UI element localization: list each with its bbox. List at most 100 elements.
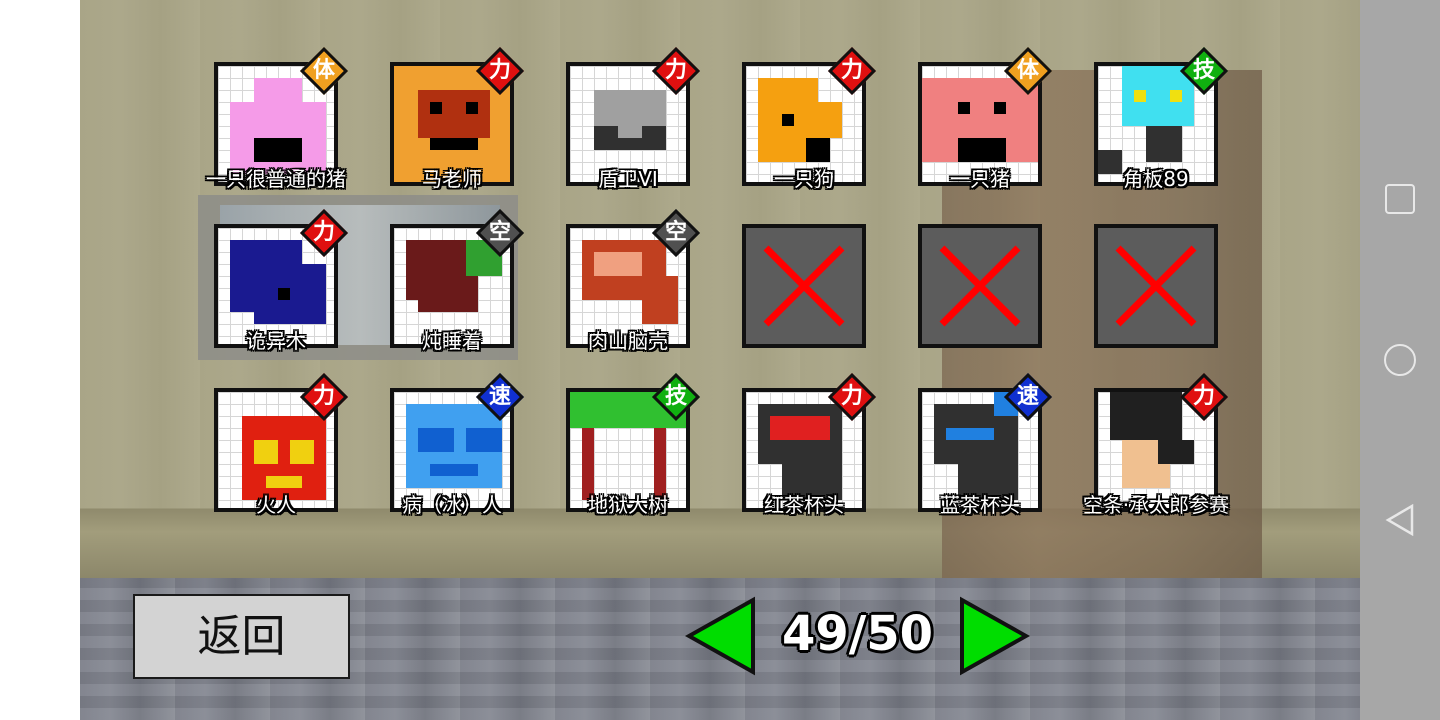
system-back-button[interactable] bbox=[1384, 503, 1416, 537]
pixel-block bbox=[642, 276, 678, 324]
locked-card[interactable] bbox=[1094, 224, 1218, 348]
character-card[interactable]: 力红茶杯头 bbox=[742, 372, 877, 517]
pixel-block bbox=[418, 428, 454, 452]
next-page-button[interactable] bbox=[958, 596, 1031, 676]
pixel-block bbox=[430, 138, 478, 150]
type-badge: 力 bbox=[1179, 372, 1229, 422]
pixel-block bbox=[770, 416, 830, 440]
pixel-block bbox=[266, 476, 302, 488]
pixel-block bbox=[570, 392, 630, 428]
pixel-block bbox=[418, 90, 490, 138]
type-label: 力 bbox=[488, 58, 511, 83]
pixel-block bbox=[466, 428, 502, 452]
pixel-block bbox=[806, 102, 842, 138]
recent-apps-button[interactable] bbox=[1385, 184, 1415, 214]
type-badge: 力 bbox=[299, 372, 349, 422]
back-button[interactable]: 返回 bbox=[133, 594, 350, 679]
left-letterbox bbox=[0, 0, 80, 720]
type-label: 体 bbox=[312, 58, 335, 83]
type-badge: 体 bbox=[299, 46, 349, 96]
character-card[interactable]: 速蓝茶杯头 bbox=[918, 372, 1053, 517]
pixel-block bbox=[582, 428, 594, 500]
pixel-block bbox=[1146, 126, 1182, 162]
red-x-icon bbox=[1115, 245, 1197, 327]
red-x-icon bbox=[939, 245, 1021, 327]
pixel-block bbox=[958, 138, 1006, 162]
pixel-block bbox=[266, 150, 278, 162]
type-badge: 空 bbox=[475, 208, 525, 258]
locked-x-icon bbox=[742, 224, 866, 348]
pixel-block bbox=[290, 440, 314, 464]
type-badge: 体 bbox=[1003, 46, 1053, 96]
type-badge: 速 bbox=[475, 372, 525, 422]
type-label: 力 bbox=[312, 384, 335, 409]
pixel-block bbox=[466, 102, 478, 114]
character-card[interactable]: 空炖睡着 bbox=[390, 208, 525, 353]
type-label: 技 bbox=[664, 384, 687, 409]
pixel-block bbox=[430, 464, 478, 476]
character-name: 角板89 bbox=[1123, 167, 1189, 191]
type-label: 空 bbox=[488, 220, 511, 245]
type-label: 速 bbox=[1016, 384, 1039, 409]
locked-card[interactable] bbox=[742, 224, 866, 348]
pixel-block bbox=[946, 428, 994, 440]
type-label: 力 bbox=[1192, 384, 1215, 409]
type-badge: 力 bbox=[475, 46, 525, 96]
type-badge: 力 bbox=[827, 372, 877, 422]
type-badge: 力 bbox=[651, 46, 701, 96]
type-badge: 力 bbox=[299, 208, 349, 258]
pixel-block bbox=[254, 78, 302, 102]
type-label: 速 bbox=[488, 384, 511, 409]
red-x-icon bbox=[763, 245, 845, 327]
locked-x-icon bbox=[918, 224, 1042, 348]
character-card[interactable]: 力马老师 bbox=[390, 46, 525, 191]
pixel-block bbox=[594, 252, 642, 276]
pixel-block bbox=[430, 102, 442, 114]
prev-page-button[interactable] bbox=[684, 596, 757, 676]
right-arrow-icon bbox=[960, 596, 1031, 676]
type-label: 力 bbox=[312, 220, 335, 245]
pixel-block bbox=[418, 288, 478, 312]
character-card[interactable]: 力诡异木 bbox=[214, 208, 349, 353]
type-label: 力 bbox=[840, 58, 863, 83]
left-arrow-shape bbox=[684, 596, 755, 676]
type-label: 体 bbox=[1016, 58, 1039, 83]
pixel-block bbox=[654, 428, 666, 500]
pixel-block bbox=[1134, 90, 1146, 102]
character-name: 肉山脑壳 bbox=[588, 329, 668, 353]
type-badge: 力 bbox=[827, 46, 877, 96]
pixel-block bbox=[994, 102, 1006, 114]
pixel-block bbox=[1110, 392, 1182, 440]
right-arrow-shape bbox=[960, 596, 1031, 676]
type-label: 力 bbox=[840, 384, 863, 409]
pixel-block bbox=[958, 102, 970, 114]
left-arrow-icon bbox=[684, 596, 755, 676]
character-card[interactable]: 技角板89 bbox=[1094, 46, 1229, 191]
character-card[interactable]: 力空条·承太郎参赛 bbox=[1083, 372, 1229, 517]
character-card[interactable]: 力盾卫VI bbox=[566, 46, 701, 191]
type-badge: 技 bbox=[1179, 46, 1229, 96]
character-card[interactable]: 体一只很普通的猪 bbox=[206, 46, 349, 191]
character-card[interactable]: 力火人 bbox=[214, 372, 349, 517]
pixel-block bbox=[254, 440, 278, 464]
page-indicator: 49/50 bbox=[781, 606, 934, 662]
pixel-block bbox=[1158, 440, 1194, 464]
character-card[interactable]: 空肉山脑壳 bbox=[566, 208, 701, 353]
pixel-block bbox=[806, 138, 830, 162]
pixel-block bbox=[782, 114, 794, 126]
home-button[interactable] bbox=[1384, 344, 1416, 376]
locked-card[interactable] bbox=[918, 224, 1042, 348]
character-card[interactable]: 体一只猪 bbox=[918, 46, 1053, 191]
pixel-block bbox=[594, 90, 666, 126]
type-label: 技 bbox=[1192, 58, 1215, 83]
game-view: 体一只很普通的猪力马老师力盾卫VI 力一只狗体一只猪技角板89 力诡异木空炖睡着空肉… bbox=[80, 0, 1360, 720]
pixel-block bbox=[254, 264, 326, 324]
back-triangle-icon bbox=[1385, 503, 1414, 537]
pixel-block bbox=[618, 126, 642, 138]
character-card[interactable]: 速病（冰）人 bbox=[390, 372, 525, 517]
type-badge: 速 bbox=[1003, 372, 1053, 422]
locked-x-icon bbox=[1094, 224, 1218, 348]
type-label: 空 bbox=[664, 220, 687, 245]
character-card[interactable]: 力一只狗 bbox=[742, 46, 877, 191]
character-card[interactable]: 技地狱大树 bbox=[566, 372, 701, 517]
